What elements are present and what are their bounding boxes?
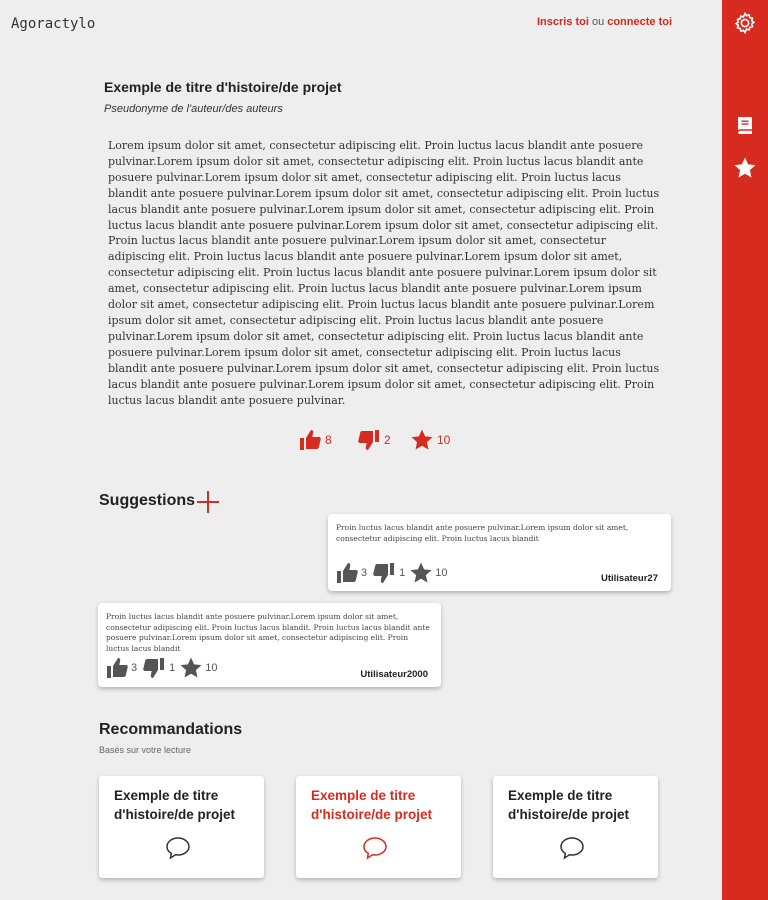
- app-logo[interactable]: Agoractylo: [11, 16, 95, 32]
- star-reaction[interactable]: 10: [410, 428, 450, 452]
- recommendation-card[interactable]: Exemple de titre d'histoire/de projet: [493, 776, 658, 878]
- recommendation-card[interactable]: Exemple de titre d'histoire/de projet: [296, 776, 461, 878]
- thumbs-down-icon: [358, 430, 379, 450]
- suggestion-card[interactable]: Proin luctus lacus blandit ante posuere …: [328, 514, 671, 591]
- suggestion-stats: 3 1 10: [105, 656, 222, 680]
- suggestions-title: Suggestions: [99, 492, 196, 509]
- sidebar: [722, 0, 768, 900]
- like-count: 3: [131, 662, 138, 674]
- recommendation-title: Exemple de titre d'histoire/de projet: [114, 788, 235, 822]
- recommendations-title: Recommandations: [99, 721, 243, 738]
- suggestion-card[interactable]: Proin luctus lacus blandit ante posuere …: [98, 603, 441, 687]
- like-reaction[interactable]: 8: [298, 428, 332, 452]
- story-author: Pseudonyme de l'auteur/des auteurs: [104, 103, 283, 115]
- auth-separator: ou: [591, 16, 605, 28]
- add-suggestion-icon[interactable]: [196, 490, 220, 514]
- dislike-reaction[interactable]: 2: [357, 428, 391, 452]
- thumbs-up-icon[interactable]: [335, 561, 359, 585]
- suggestion-stats: 3 1 10: [335, 561, 452, 585]
- star-icon[interactable]: [409, 561, 433, 585]
- comment-icon[interactable]: [362, 836, 388, 860]
- story-body: Lorem ipsum dolor sit amet, consectetur …: [108, 139, 660, 407]
- auth-links: Inscris toi ou connecte toi: [537, 16, 672, 28]
- suggestion-text: Proin luctus lacus blandit ante posuere …: [106, 612, 430, 653]
- like-count: 3: [361, 567, 368, 579]
- dislike-count: 2: [384, 433, 391, 447]
- suggestion-user[interactable]: Utilisateur27: [601, 573, 658, 584]
- recommendation-title: Exemple de titre d'histoire/de projet: [508, 788, 629, 822]
- thumbs-up-icon[interactable]: [105, 656, 129, 680]
- dislike-count: 1: [169, 662, 176, 674]
- comment-icon[interactable]: [165, 836, 191, 860]
- like-count: 8: [325, 433, 332, 447]
- thumbs-down-icon[interactable]: [371, 561, 397, 585]
- recommendation-card[interactable]: Exemple de titre d'histoire/de projet: [99, 776, 264, 878]
- signup-link[interactable]: Inscris toi: [537, 16, 589, 28]
- star-count: 10: [437, 433, 451, 447]
- star-count: 10: [435, 567, 448, 579]
- recommendation-title: Exemple de titre d'histoire/de projet: [311, 788, 432, 822]
- recommendations-subtitle: Basés sur votre lecture: [99, 745, 192, 755]
- gear-icon[interactable]: [733, 11, 757, 35]
- thumbs-down-icon[interactable]: [141, 656, 167, 680]
- star-icon[interactable]: [179, 656, 203, 680]
- dislike-count: 1: [399, 567, 406, 579]
- suggestion-user[interactable]: Utilisateur2000: [360, 669, 428, 680]
- star-icon[interactable]: [733, 156, 757, 180]
- comment-icon[interactable]: [559, 836, 585, 860]
- story-title: Exemple de titre d'histoire/de projet: [104, 79, 342, 95]
- login-link[interactable]: connecte toi: [607, 16, 672, 28]
- star-icon: [411, 429, 433, 450]
- star-count: 10: [205, 662, 218, 674]
- book-icon[interactable]: [733, 114, 757, 138]
- thumbs-up-icon: [300, 430, 321, 450]
- suggestion-text: Proin luctus lacus blandit ante posuere …: [336, 523, 629, 543]
